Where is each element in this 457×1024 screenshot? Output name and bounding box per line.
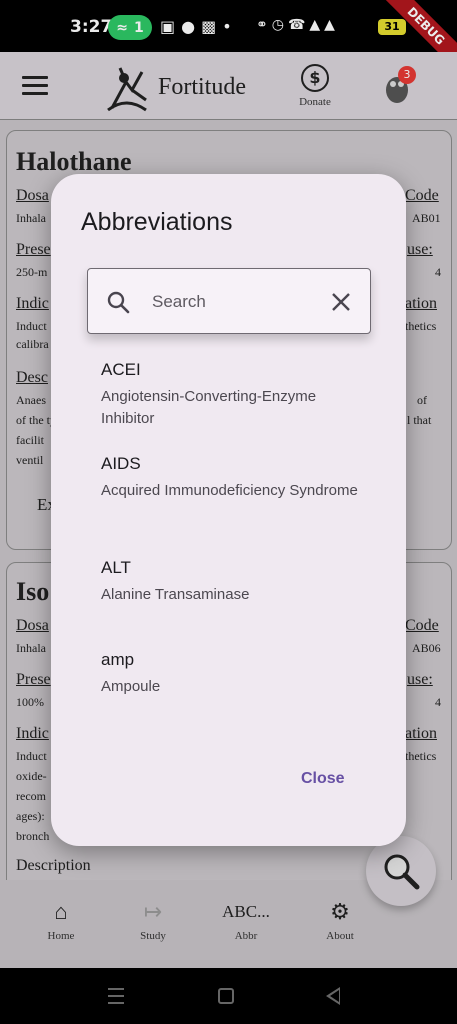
search-icon (107, 291, 130, 314)
abbreviations-dialog: Abbreviations ACEI Angiotensin-Convertin… (51, 174, 406, 846)
list-item[interactable]: ALT Alanine Transaminase (101, 558, 371, 606)
abbreviation: ALT (101, 558, 131, 577)
abbreviation-meaning: Ampoule (101, 678, 161, 695)
list-item[interactable]: amp Ampoule (101, 650, 371, 698)
abbreviation-meaning: Acquired Immunodeficiency Syndrome (101, 482, 358, 499)
system-navigation-bar (0, 968, 457, 1024)
close-icon[interactable] (332, 293, 350, 311)
close-button[interactable]: Close (301, 770, 345, 788)
abbreviation: AIDS (101, 454, 141, 473)
abbreviation-meaning: Alanine Transaminase (101, 586, 250, 603)
search-field[interactable] (87, 268, 371, 334)
abbreviation-meaning: Angiotensin-Converting-Enzyme Inhibitor (101, 388, 317, 427)
dialog-title: Abbreviations (81, 208, 233, 236)
abbreviation: amp (101, 650, 135, 669)
home-icon[interactable] (218, 988, 234, 1004)
abbreviation: ACEI (101, 360, 141, 379)
recent-apps-icon[interactable] (108, 988, 124, 1009)
search-input[interactable] (152, 287, 312, 317)
list-item[interactable]: AIDS Acquired Immunodeficiency Syndrome (101, 454, 371, 502)
back-icon-inner (330, 990, 339, 1002)
list-item[interactable]: ACEI Angiotensin-Converting-Enzyme Inhib… (101, 360, 371, 430)
